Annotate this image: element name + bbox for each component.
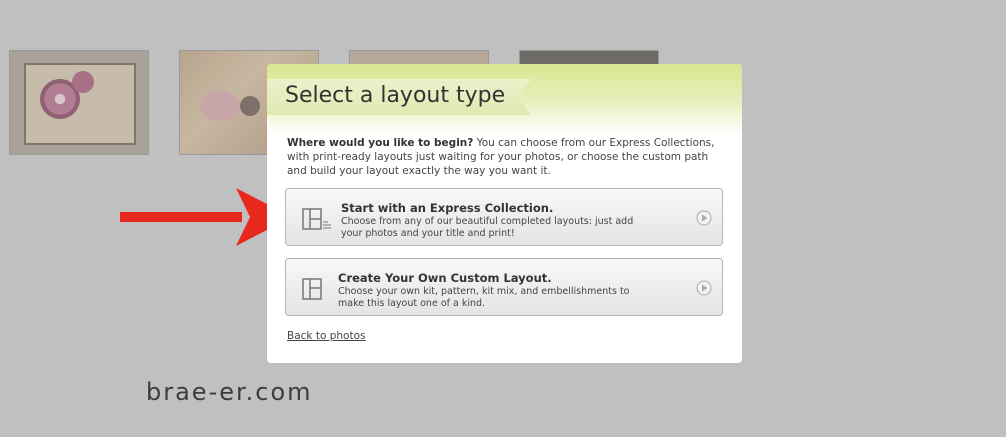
express-collection-option[interactable]: Start with an Express Collection. Choose…	[285, 188, 723, 246]
thumbnail-1[interactable]	[9, 50, 149, 155]
play-circle-icon[interactable]	[696, 210, 712, 226]
option-description: Choose your own kit, pattern, kit mix, a…	[338, 286, 630, 309]
flower-image	[72, 71, 94, 93]
express-layout-icon	[302, 208, 331, 230]
photo-detail	[240, 96, 260, 116]
option-title: Create Your Own Custom Layout.	[338, 271, 552, 285]
layout-type-dialog: Select a layout type Where would you lik…	[267, 64, 742, 363]
watermark: brae-er.com	[146, 378, 313, 406]
intro-text: Where would you like to begin? You can c…	[287, 136, 727, 178]
photo-detail	[200, 91, 240, 121]
intro-bold: Where would you like to begin?	[287, 137, 474, 149]
play-circle-icon[interactable]	[696, 280, 712, 296]
option-title: Start with an Express Collection.	[341, 201, 554, 215]
dialog-title: Select a layout type	[285, 83, 506, 108]
custom-layout-option[interactable]: Create Your Own Custom Layout. Choose yo…	[285, 258, 723, 316]
dialog-header: Select a layout type	[267, 64, 742, 134]
option-description: Choose from any of our beautiful complet…	[341, 216, 634, 239]
custom-layout-icon	[302, 278, 322, 300]
back-to-photos-link[interactable]: Back to photos	[287, 330, 365, 342]
